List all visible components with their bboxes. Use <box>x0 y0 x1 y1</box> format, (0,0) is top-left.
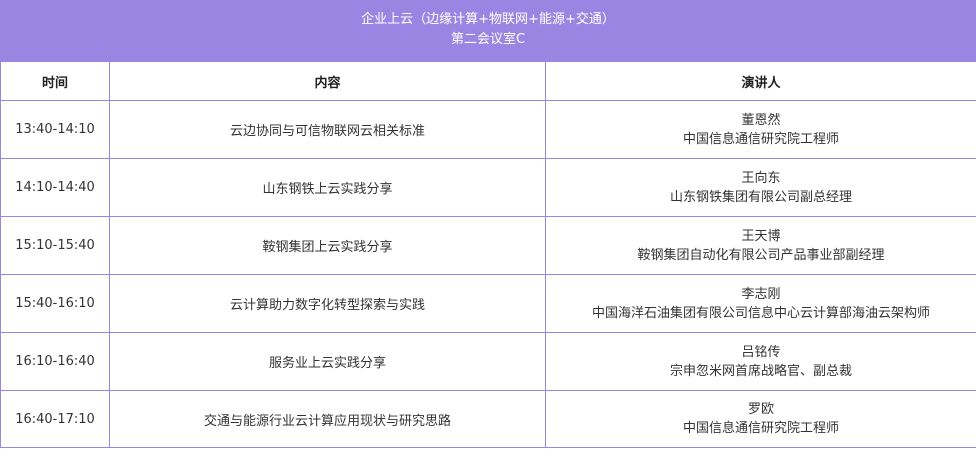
speaker-cell: 王天博 鞍钢集团自动化有限公司产品事业部副经理 <box>545 216 976 275</box>
speaker-title: 中国信息通信研究院工程师 <box>682 131 839 147</box>
speaker-title: 鞍钢集团自动化有限公司产品事业部副经理 <box>637 247 885 263</box>
speaker-title: 山东钢铁集团有限公司副总经理 <box>669 189 852 205</box>
time-cell: 16:10-16:40 <box>0 332 110 391</box>
speaker-name: 王天博 <box>741 228 781 244</box>
table-row: 14:10-14:40 山东钢铁上云实践分享 王向东 山东钢铁集团有限公司副总经… <box>0 158 976 217</box>
speaker-cell: 李志刚 中国海洋石油集团有限公司信息中心云计算部海油云架构师 <box>545 274 976 333</box>
column-header-content: 内容 <box>109 61 546 101</box>
table-header-row: 时间 内容 演讲人 <box>0 61 976 101</box>
table-row: 15:10-15:40 鞍钢集团上云实践分享 王天博 鞍钢集团自动化有限公司产品… <box>0 216 976 275</box>
table-row: 15:40-16:10 云计算助力数字化转型探索与实践 李志刚 中国海洋石油集团… <box>0 274 976 333</box>
time-cell: 16:40-17:10 <box>0 390 110 448</box>
content-cell: 云边协同与可信物联网云相关标准 <box>109 100 546 159</box>
table-row: 16:10-16:40 服务业上云实践分享 吕铭传 宗申忽米网首席战略官、副总裁 <box>0 332 976 391</box>
time-cell: 15:10-15:40 <box>0 216 110 275</box>
agenda-table: 时间 内容 演讲人 13:40-14:10 云边协同与可信物联网云相关标准 董恩… <box>0 61 976 448</box>
speaker-name: 董恩然 <box>741 112 781 128</box>
column-header-time: 时间 <box>0 61 110 101</box>
speaker-title: 中国信息通信研究院工程师 <box>682 421 839 436</box>
speaker-cell: 吕铭传 宗申忽米网首席战略官、副总裁 <box>545 332 976 391</box>
speaker-title: 宗申忽米网首席战略官、副总裁 <box>669 363 852 379</box>
speaker-name: 罗欧 <box>747 402 774 417</box>
time-cell: 14:10-14:40 <box>0 158 110 217</box>
table-row: 16:40-17:10 交通与能源行业云计算应用现状与研究思路 罗欧 中国信息通… <box>0 390 976 448</box>
content-cell: 交通与能源行业云计算应用现状与研究思路 <box>109 390 546 448</box>
session-banner: 企业上云（边缘计算+物联网+能源+交通） 第二会议室C <box>0 0 976 61</box>
speaker-name: 李志刚 <box>741 286 781 302</box>
speaker-cell: 罗欧 中国信息通信研究院工程师 <box>545 390 976 448</box>
time-cell: 13:40-14:10 <box>0 100 110 159</box>
speaker-cell: 董恩然 中国信息通信研究院工程师 <box>545 100 976 159</box>
session-title: 企业上云（边缘计算+物联网+能源+交通） <box>361 12 615 27</box>
content-cell: 山东钢铁上云实践分享 <box>109 158 546 217</box>
time-cell: 15:40-16:10 <box>0 274 110 333</box>
content-cell: 鞍钢集团上云实践分享 <box>109 216 546 275</box>
speaker-title: 中国海洋石油集团有限公司信息中心云计算部海油云架构师 <box>591 305 930 321</box>
session-room: 第二会议室C <box>450 32 526 47</box>
speaker-name: 王向东 <box>741 170 781 186</box>
speaker-cell: 王向东 山东钢铁集团有限公司副总经理 <box>545 158 976 217</box>
speaker-name: 吕铭传 <box>741 344 781 360</box>
column-header-speaker: 演讲人 <box>545 61 976 101</box>
content-cell: 云计算助力数字化转型探索与实践 <box>109 274 546 333</box>
table-row: 13:40-14:10 云边协同与可信物联网云相关标准 董恩然 中国信息通信研究… <box>0 100 976 159</box>
content-cell: 服务业上云实践分享 <box>109 332 546 391</box>
agenda-page: 企业上云（边缘计算+物联网+能源+交通） 第二会议室C 时间 内容 演讲人 13… <box>0 0 976 456</box>
